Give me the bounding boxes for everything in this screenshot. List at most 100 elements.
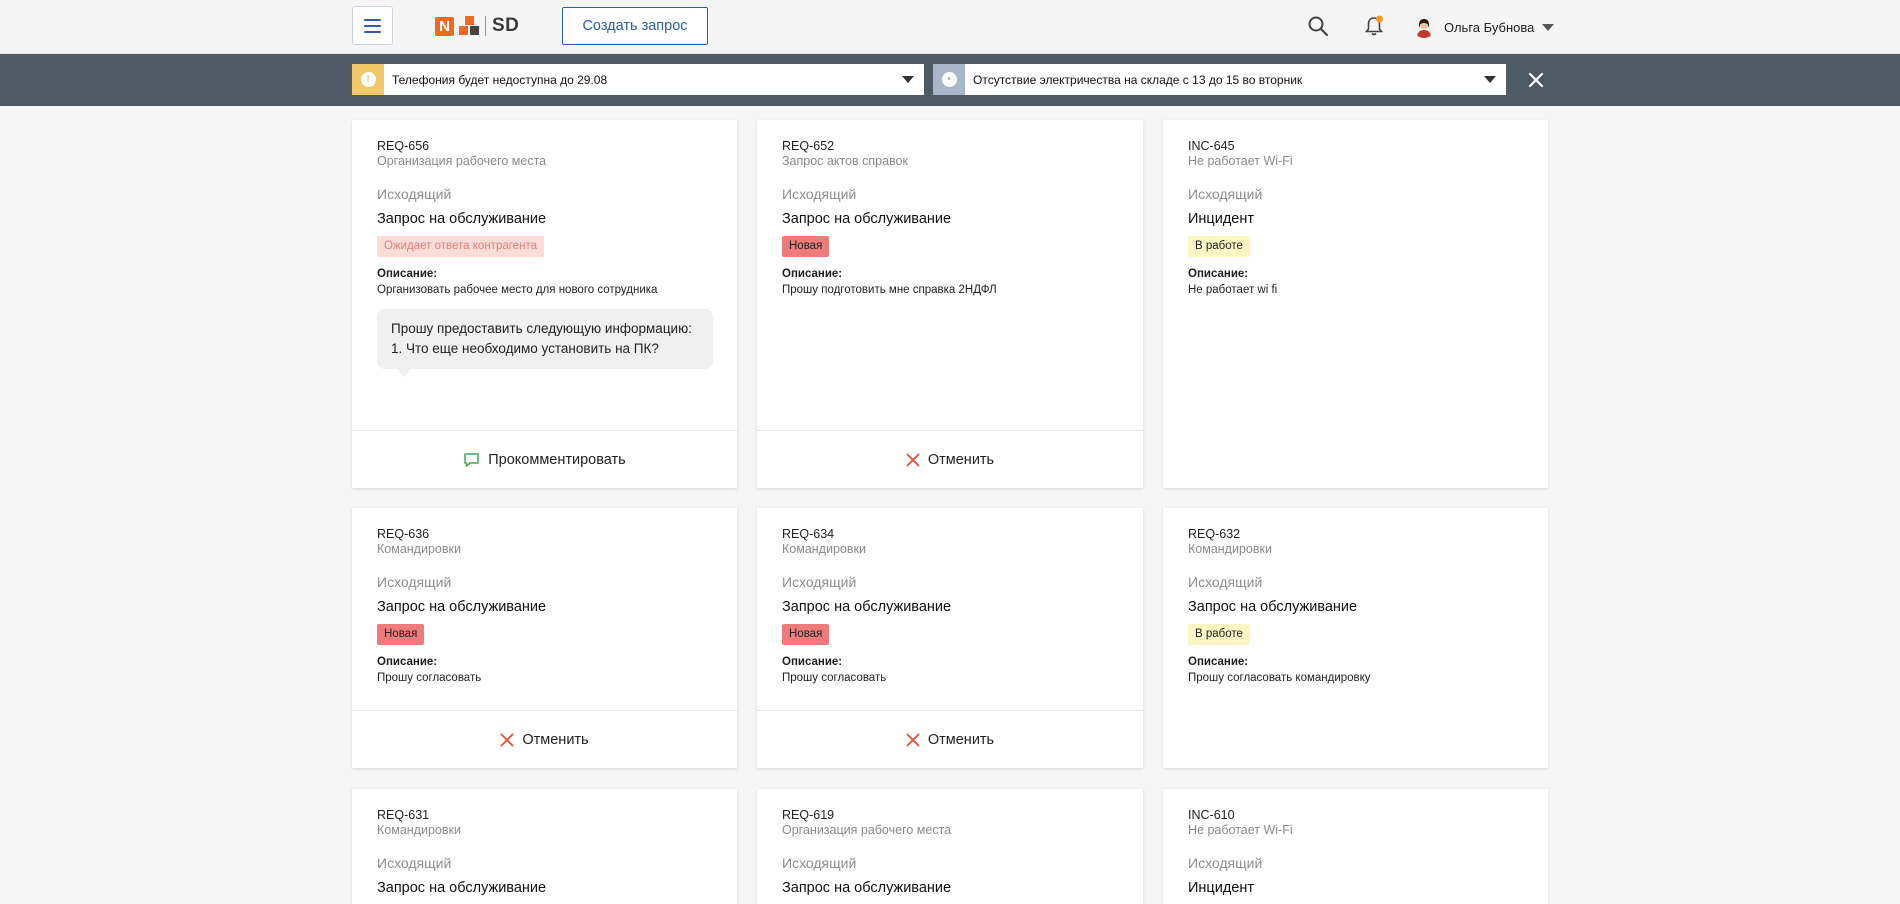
announcement-text: Телефония будет недоступна до 29.08: [392, 72, 608, 87]
status-badge: Новая: [377, 624, 425, 645]
chevron-down-icon[interactable]: [902, 76, 914, 83]
card-id[interactable]: REQ-652: [782, 139, 1119, 154]
request-card[interactable]: REQ-631 Командировки Исходящий Запрос на…: [352, 789, 737, 904]
card-subject: Командировки: [782, 542, 866, 556]
status-badge: В работе: [1188, 624, 1250, 645]
card-type: Запрос на обслуживание: [377, 880, 547, 896]
exclamation-icon: !: [360, 72, 376, 87]
top-header: N SD Создать запрос Ольга Бубнова: [0, 0, 1900, 54]
card-id[interactable]: REQ-632: [1188, 527, 1524, 542]
search-icon[interactable]: [1307, 15, 1329, 37]
card-id[interactable]: REQ-656: [377, 139, 713, 154]
card-type: Запрос на обслуживание: [1188, 599, 1358, 615]
cancel-x-icon: [500, 733, 514, 746]
request-card[interactable]: INC-610 Не работает Wi-Fi Исходящий Инци…: [1163, 789, 1548, 904]
announcement-text: Отсутствие электричества на складе с 13 …: [973, 72, 1303, 87]
card-subject: Командировки: [1188, 542, 1272, 556]
card-direction: Исходящий: [1188, 574, 1263, 590]
description-text: Не работает wi fi: [1188, 284, 1278, 296]
card-type: Инцидент: [1188, 880, 1255, 896]
card-id[interactable]: REQ-631: [377, 808, 713, 823]
description-text: Прошу согласовать: [782, 672, 887, 684]
cancel-button[interactable]: Отменить: [757, 430, 1143, 488]
card-direction: Исходящий: [1188, 186, 1263, 202]
card-direction: Исходящий: [782, 186, 857, 202]
status-badge: В работе: [1188, 236, 1250, 257]
card-subject: Организация рабочего места: [377, 154, 547, 168]
card-subject: Не работает Wi-Fi: [1188, 154, 1293, 168]
cancel-x-icon: [906, 733, 920, 746]
description-label: Описание:: [782, 268, 843, 280]
info-icon: •: [941, 72, 957, 87]
card-type: Запрос на обслуживание: [782, 599, 952, 615]
card-direction: Исходящий: [377, 855, 452, 871]
comment-bubble: Прошу предоставить следующую информацию:…: [377, 309, 713, 377]
avatar: [1413, 16, 1435, 38]
card-id[interactable]: INC-610: [1188, 808, 1524, 823]
comment-icon: [464, 452, 479, 467]
description-text: Прошу подготовить мне справка 2НДФЛ: [782, 284, 997, 296]
description-text: Прошу согласовать командировку: [1188, 672, 1371, 684]
description-text: Организовать рабочее место для нового со…: [377, 284, 658, 296]
description-label: Описание:: [377, 268, 438, 280]
announcement-warning-badge: !: [352, 64, 384, 95]
announcement-info-badge: •: [933, 64, 965, 95]
request-card[interactable]: REQ-634 Командировки Исходящий Запрос на…: [757, 508, 1143, 768]
description-label: Описание:: [377, 656, 438, 668]
card-id[interactable]: REQ-619: [782, 808, 1119, 823]
card-id[interactable]: INC-645: [1188, 139, 1524, 154]
app-logo[interactable]: N SD: [435, 14, 519, 38]
logo-n-icon: N: [435, 16, 454, 36]
card-direction: Исходящий: [377, 186, 452, 202]
card-type: Запрос на обслуживание: [782, 211, 952, 227]
request-card[interactable]: REQ-632 Командировки Исходящий Запрос на…: [1163, 508, 1548, 768]
request-card[interactable]: INC-645 Не работает Wi-Fi Исходящий Инци…: [1163, 120, 1548, 488]
chevron-down-icon[interactable]: [1484, 76, 1496, 83]
cancel-button-label: Отменить: [927, 451, 995, 468]
status-badge: Новая: [782, 236, 830, 257]
chevron-down-icon: [1542, 23, 1555, 31]
card-type: Запрос на обслуживание: [377, 211, 547, 227]
hamburger-line: [364, 24, 381, 27]
logo-separator: [485, 16, 486, 36]
request-card[interactable]: REQ-619 Организация рабочего места Исход…: [757, 789, 1143, 904]
description-label: Описание:: [782, 656, 843, 668]
card-subject: Командировки: [377, 823, 461, 837]
card-subject: Командировки: [377, 542, 461, 556]
cancel-button-label: Отменить: [927, 731, 995, 748]
status-badge: Новая: [782, 624, 830, 645]
cancel-button-label: Отменить: [522, 731, 589, 748]
description-label: Описание:: [1188, 268, 1249, 280]
card-subject: Организация рабочего места: [782, 823, 952, 837]
cancel-x-icon: [906, 453, 920, 466]
card-direction: Исходящий: [782, 574, 857, 590]
description-label: Описание:: [1188, 656, 1249, 668]
logo-text: SD: [492, 15, 520, 36]
close-icon[interactable]: [1525, 69, 1547, 91]
menu-button[interactable]: [352, 6, 393, 45]
create-request-button[interactable]: Создать запрос: [562, 7, 708, 45]
announcement-item-telephony[interactable]: ! Телефония будет недоступна до 29.08: [352, 64, 924, 95]
announcement-item-electricity[interactable]: • Отсутствие электричества на складе с 1…: [933, 64, 1506, 95]
card-id[interactable]: REQ-636: [377, 527, 713, 542]
card-direction: Исходящий: [1188, 855, 1263, 871]
request-card[interactable]: REQ-656 Организация рабочего места Исход…: [352, 120, 737, 488]
description-text: Прошу согласовать: [377, 672, 482, 684]
cancel-button[interactable]: Отменить: [352, 710, 737, 768]
comment-button[interactable]: Прокомментировать: [352, 430, 737, 488]
card-subject: Не работает Wi-Fi: [1188, 823, 1293, 837]
card-id[interactable]: REQ-634: [782, 527, 1119, 542]
request-card[interactable]: REQ-652 Запрос актов справок Исходящий З…: [757, 120, 1143, 488]
logo-squares-icon: [459, 15, 481, 37]
card-direction: Исходящий: [782, 855, 857, 871]
announcement-bar: ! Телефония будет недоступна до 29.08 • …: [0, 54, 1900, 106]
status-badge: Ожидает ответа контрагента: [377, 236, 544, 257]
cancel-button[interactable]: Отменить: [757, 710, 1143, 768]
hamburger-line: [364, 30, 381, 33]
request-card[interactable]: REQ-636 Командировки Исходящий Запрос на…: [352, 508, 737, 768]
card-direction: Исходящий: [377, 574, 452, 590]
bell-icon[interactable]: [1362, 14, 1386, 38]
user-menu[interactable]: Ольга Бубнова: [1413, 13, 1555, 41]
card-type: Запрос на обслуживание: [782, 880, 952, 896]
card-type: Запрос на обслуживание: [377, 599, 547, 615]
